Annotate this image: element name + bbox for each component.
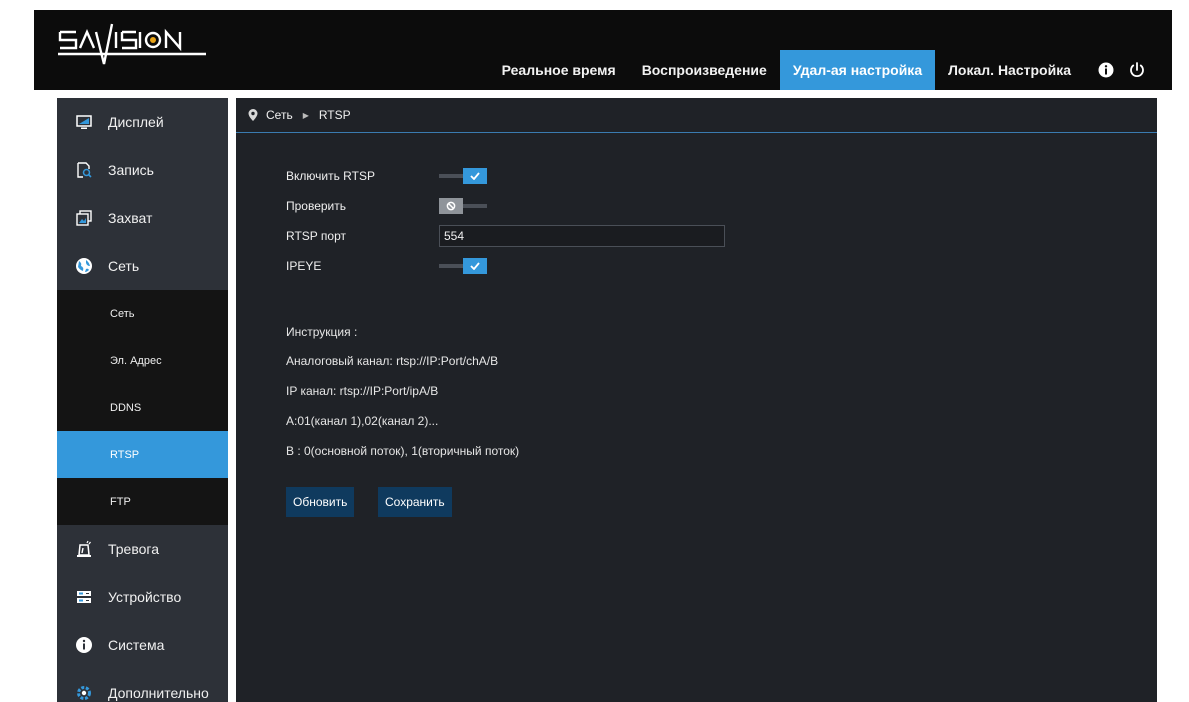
capture-icon <box>75 209 93 227</box>
sidebar-item-display[interactable]: Дисплей <box>57 98 228 146</box>
rtsp-port-row: RTSP порт <box>286 225 725 247</box>
tab-live-view[interactable]: Реальное время <box>489 50 629 90</box>
rtsp-port-label: RTSP порт <box>286 229 346 243</box>
sidebar-item-network[interactable]: Сеть <box>57 242 228 290</box>
sidebar-item-label: Дополнительно <box>108 685 209 701</box>
system-info-icon <box>75 636 93 654</box>
verify-label: Проверить <box>286 199 347 213</box>
sidebar-item-advanced[interactable]: Дополнительно <box>57 669 228 702</box>
header-icons <box>1084 50 1172 90</box>
top-header: Реальное время Воспроизведение Удал-ая н… <box>34 10 1172 90</box>
top-navigation: Реальное время Воспроизведение Удал-ая н… <box>489 50 1172 90</box>
save-button[interactable]: Сохранить <box>378 487 452 517</box>
info-icon[interactable] <box>1098 62 1114 78</box>
monitor-icon <box>75 113 93 131</box>
network-globe-icon <box>75 257 93 275</box>
network-submenu: Сеть Эл. Адрес DDNS RTSP FTP <box>57 290 228 525</box>
advanced-gear-icon <box>75 684 93 702</box>
tab-remote-settings[interactable]: Удал-ая настройка <box>779 50 936 90</box>
submenu-item-network[interactable]: Сеть <box>57 290 228 337</box>
verify-toggle[interactable] <box>439 198 487 214</box>
enable-rtsp-label: Включить RTSP <box>286 169 375 183</box>
ipeye-toggle[interactable] <box>439 258 487 274</box>
instructions-title: Инструкция : <box>286 325 358 339</box>
instruction-line: A:01(канал 1),02(канал 2)... <box>286 414 439 428</box>
sidebar-item-label: Система <box>108 637 165 653</box>
rtsp-port-input[interactable] <box>439 225 725 247</box>
sidebar-item-label: Захват <box>108 210 153 226</box>
refresh-button[interactable]: Обновить <box>286 487 355 517</box>
sidebar-item-system[interactable]: Система <box>57 621 228 669</box>
check-icon <box>463 168 487 184</box>
submenu-item-rtsp[interactable]: RTSP <box>57 431 228 478</box>
check-icon <box>463 258 487 274</box>
ipeye-row: IPEYE <box>286 255 487 277</box>
breadcrumb-rtsp: RTSP <box>318 108 351 122</box>
power-icon[interactable] <box>1128 61 1146 79</box>
sidebar-item-label: Запись <box>108 162 154 178</box>
submenu-item-ddns[interactable]: DDNS <box>57 384 228 431</box>
instruction-line: Аналоговый канал: rtsp://IP:Port/chA/B <box>286 354 499 368</box>
breadcrumb: Сеть ▶ RTSP <box>236 98 1157 133</box>
tab-playback[interactable]: Воспроизведение <box>629 50 780 90</box>
breadcrumb-network[interactable]: Сеть <box>266 108 293 122</box>
sidebar-item-label: Дисплей <box>108 114 164 130</box>
instruction-line: B : 0(основной поток), 1(вторичный поток… <box>286 444 520 458</box>
main-content: Сеть ▶ RTSP Включить RTSP Проверить RTSP… <box>236 98 1157 702</box>
device-icon <box>75 588 93 606</box>
ipeye-label: IPEYE <box>286 259 322 273</box>
enable-rtsp-toggle[interactable] <box>439 168 487 184</box>
sidebar-item-label: Устройство <box>108 589 182 605</box>
verify-row: Проверить <box>286 195 487 217</box>
breadcrumb-arrow-icon: ▶ <box>302 110 309 120</box>
record-search-icon <box>75 161 93 179</box>
brand-logo <box>56 18 208 66</box>
sidebar-item-device[interactable]: Устройство <box>57 573 228 621</box>
alarm-icon <box>75 540 93 558</box>
tab-local-settings[interactable]: Локал. Настройка <box>935 50 1084 90</box>
sidebar-item-label: Тревога <box>108 541 159 557</box>
sidebar-item-alarm[interactable]: Тревога <box>57 525 228 573</box>
location-pin-icon <box>248 109 258 121</box>
sidebar-item-label: Сеть <box>108 258 140 274</box>
app-window: Реальное время Воспроизведение Удал-ая н… <box>0 0 1189 702</box>
instruction-line: IP канал: rtsp://IP:Port/ipA/B <box>286 384 439 398</box>
enable-rtsp-row: Включить RTSP <box>286 165 487 187</box>
sidebar: Дисплей Запись Захват Сеть Сеть Эл. Адре… <box>57 98 228 702</box>
submenu-item-email[interactable]: Эл. Адрес <box>57 337 228 384</box>
submenu-item-ftp[interactable]: FTP <box>57 478 228 525</box>
sidebar-item-record[interactable]: Запись <box>57 146 228 194</box>
disabled-icon <box>439 198 463 214</box>
sidebar-item-capture[interactable]: Захват <box>57 194 228 242</box>
